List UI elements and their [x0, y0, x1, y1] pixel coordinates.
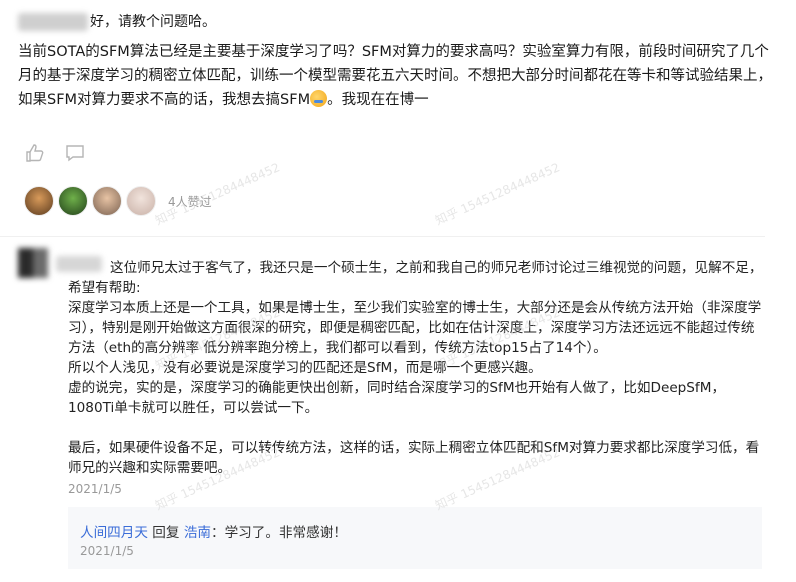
question-greeting: 好，请教个问题哈。: [90, 14, 216, 30]
watermark: 知乎 15451284448452: [433, 160, 562, 228]
sub-reply-action: 回复: [152, 525, 180, 541]
question-actions: [24, 142, 86, 164]
sub-reply-target[interactable]: 浩南: [184, 525, 211, 541]
sub-reply: 人间四月天 回复 浩南：学习了。非常感谢！ 2021/1/5: [68, 507, 762, 569]
avatar[interactable]: [126, 186, 156, 216]
reply-paragraph: 所以个人浅见，没有必要说是深度学习的匹配还是SfM，而是哪一个更感兴趣。: [68, 360, 542, 376]
avatar[interactable]: [24, 186, 54, 216]
reply-paragraph: 深度学习本质上还是一个工具，如果是博士生，至少我们实验室的博士生，大部分还是会从…: [68, 300, 762, 356]
avatar[interactable]: [92, 186, 122, 216]
reply-paragraph: 虚的说完，实的是，深度学习的确能更快出创新，同时结合深度学习的SfM也开始有人做…: [68, 380, 726, 416]
emoji-icon: [310, 90, 328, 107]
reply-paragraph: 这位师兄太过于客气了，我还只是一个硕士生，之前和我自己的师兄老师讨论过三维视觉的…: [68, 260, 763, 296]
reply-body: 这位师兄太过于客气了，我还只是一个硕士生，之前和我自己的师兄老师讨论过三维视觉的…: [68, 258, 768, 478]
reply-paragraph: 最后，如果硬件设备不足，可以转传统方法，这样的话，实际上稠密立体匹配和SfM对算…: [68, 440, 760, 476]
comment-icon[interactable]: [64, 142, 86, 164]
sub-reply-line: 人间四月天 回复 浩南：学习了。非常感谢！: [80, 521, 347, 541]
replier-avatar-blurred[interactable]: [18, 248, 48, 278]
likers-row: 4人赞过: [24, 186, 212, 216]
sub-reply-date: 2021/1/5: [80, 544, 134, 558]
asker-name-blurred: [18, 13, 88, 31]
avatar[interactable]: [58, 186, 88, 216]
sub-reply-text: ：学习了。非常感谢！: [211, 525, 347, 541]
reply-date: 2021/1/5: [68, 482, 122, 496]
sub-reply-user[interactable]: 人间四月天: [80, 525, 148, 541]
like-icon[interactable]: [24, 142, 46, 164]
question-header: 好，请教个问题哈。: [18, 12, 216, 32]
question-text-tail: 。我现在在博一: [327, 92, 429, 108]
divider: [0, 236, 765, 237]
likes-count[interactable]: 4人赞过: [168, 193, 212, 210]
question-body: 当前SOTA的SFM算法已经是主要基于深度学习了吗？SFM对算力的要求高吗？实验…: [18, 40, 780, 112]
